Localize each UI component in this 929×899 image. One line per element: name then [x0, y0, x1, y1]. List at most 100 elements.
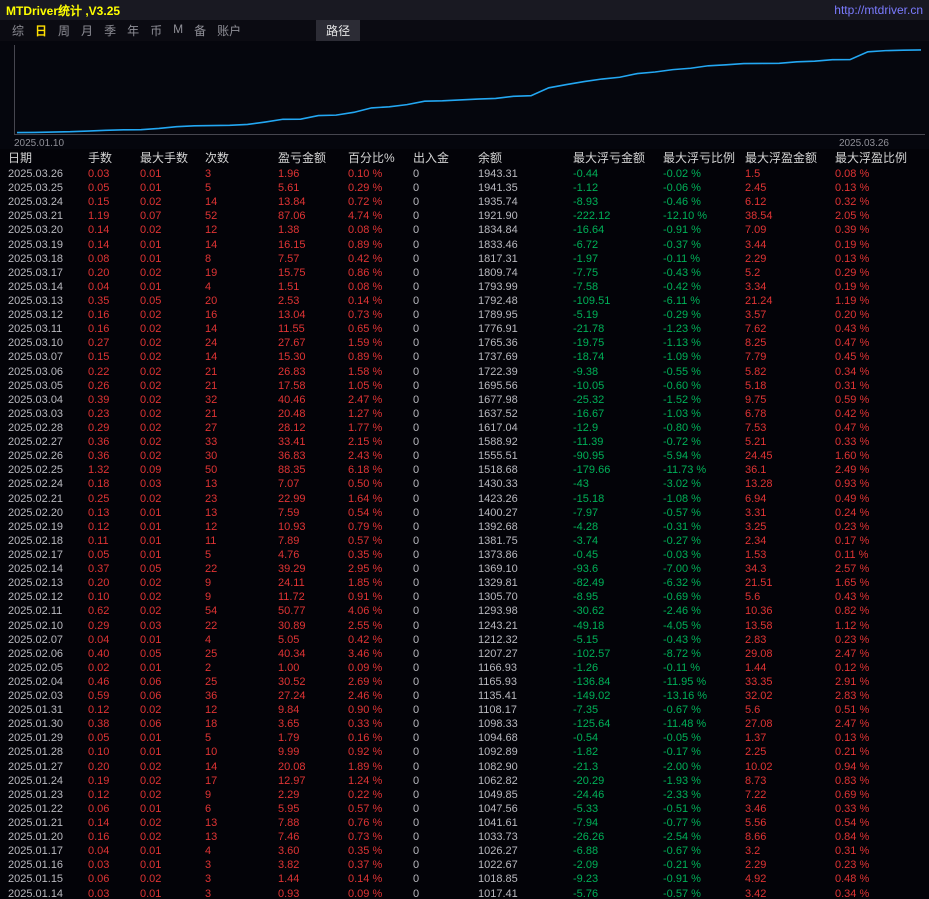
cell: 1.58 % — [348, 365, 413, 379]
table-row[interactable]: 2025.01.290.050.0151.790.16 %01094.68-0.… — [0, 731, 929, 745]
table-row[interactable]: 2025.02.140.370.052239.292.95 %01369.10-… — [0, 562, 929, 576]
table-row[interactable]: 2025.03.110.160.021411.550.65 %01776.91-… — [0, 322, 929, 336]
cell: 1792.48 — [478, 294, 573, 308]
table-row[interactable]: 2025.02.240.180.03137.070.50 %01430.33-4… — [0, 477, 929, 491]
table-row[interactable]: 2025.01.150.060.0231.440.14 %01018.85-9.… — [0, 872, 929, 886]
table-row[interactable]: 2025.03.180.080.0187.570.42 %01817.31-1.… — [0, 252, 929, 266]
cell: -0.06 % — [663, 181, 745, 195]
table-row[interactable]: 2025.02.120.100.02911.720.91 %01305.70-8… — [0, 590, 929, 604]
table-row[interactable]: 2025.02.260.360.023036.832.43 %01555.51-… — [0, 449, 929, 463]
menu-item-9[interactable]: 备 — [194, 22, 206, 39]
table-row[interactable]: 2025.03.260.030.0131.960.10 %01943.31-0.… — [0, 167, 929, 181]
cell: 0.46 — [88, 675, 140, 689]
menu-item-4[interactable]: 月 — [81, 22, 93, 39]
menu-item-1[interactable]: 综 — [12, 22, 24, 39]
column-header[interactable]: 最大浮盈比例 — [835, 149, 929, 167]
cell: 0.86 % — [348, 266, 413, 280]
table-row[interactable]: 2025.03.060.220.022126.831.58 %01722.39-… — [0, 365, 929, 379]
column-header[interactable]: 最大浮亏金额 — [573, 149, 663, 167]
table-row[interactable]: 2025.02.130.200.02924.111.85 %01329.81-8… — [0, 576, 929, 590]
menu-item-8[interactable]: M — [173, 22, 183, 39]
cell: 0.02 — [88, 661, 140, 675]
cell: -0.57 % — [663, 506, 745, 520]
table-row[interactable]: 2025.01.230.120.0292.290.22 %01049.85-24… — [0, 788, 929, 802]
table-row[interactable]: 2025.02.050.020.0121.000.09 %01166.93-1.… — [0, 661, 929, 675]
table-row[interactable]: 2025.01.220.060.0165.950.57 %01047.56-5.… — [0, 802, 929, 816]
cell: 4.92 — [745, 872, 835, 886]
cell: -21.78 — [573, 322, 663, 336]
cell: 1695.56 — [478, 379, 573, 393]
cell: 0.42 % — [348, 252, 413, 266]
table-row[interactable]: 2025.02.270.360.023333.412.15 %01588.92-… — [0, 435, 929, 449]
column-header[interactable]: 手数 — [88, 149, 140, 167]
table-row[interactable]: 2025.01.140.030.0130.930.09 %01017.41-5.… — [0, 887, 929, 899]
menu-item-6[interactable]: 年 — [127, 22, 139, 39]
table-row[interactable]: 2025.02.100.290.032230.892.55 %01243.21-… — [0, 619, 929, 633]
menu-item-5[interactable]: 季 — [104, 22, 116, 39]
path-button[interactable]: 路径 — [316, 20, 360, 41]
cell: 1033.73 — [478, 830, 573, 844]
table-row[interactable]: 2025.01.210.140.02137.880.76 %01041.61-7… — [0, 816, 929, 830]
app-url-link[interactable]: http://mtdriver.cn — [834, 3, 923, 17]
table-row[interactable]: 2025.03.140.040.0141.510.08 %01793.99-7.… — [0, 280, 929, 294]
table-row[interactable]: 2025.02.180.110.01117.890.57 %01381.75-3… — [0, 534, 929, 548]
table-row[interactable]: 2025.03.250.050.0155.610.29 %01941.35-1.… — [0, 181, 929, 195]
table-row[interactable]: 2025.01.240.190.021712.971.24 %01062.82-… — [0, 774, 929, 788]
cell: 1817.31 — [478, 252, 573, 266]
cell: 0.48 % — [835, 872, 929, 886]
table-row[interactable]: 2025.02.210.250.022322.991.64 %01423.26-… — [0, 492, 929, 506]
cell: 0.42 % — [348, 633, 413, 647]
table-row[interactable]: 2025.02.060.400.052540.343.46 %01207.27-… — [0, 647, 929, 661]
menu-item-7[interactable]: 币 — [150, 22, 162, 39]
table-row[interactable]: 2025.03.070.150.021415.300.89 %01737.69-… — [0, 350, 929, 364]
table-row[interactable]: 2025.03.211.190.075287.064.74 %01921.90-… — [0, 209, 929, 223]
cell: 30 — [205, 449, 278, 463]
cell: 2025.03.04 — [8, 393, 88, 407]
table-row[interactable]: 2025.02.200.130.01137.590.54 %01400.27-7… — [0, 506, 929, 520]
table-row[interactable]: 2025.01.170.040.0143.600.35 %01026.27-6.… — [0, 844, 929, 858]
column-header[interactable]: 余额 — [478, 149, 573, 167]
table-row[interactable]: 2025.01.300.380.06183.650.33 %01098.33-1… — [0, 717, 929, 731]
chart-start-date-label: 2025.01.10 — [14, 138, 64, 149]
table-row[interactable]: 2025.03.240.150.021413.840.72 %01935.74-… — [0, 195, 929, 209]
table-row[interactable]: 2025.03.130.350.05202.530.14 %01792.48-1… — [0, 294, 929, 308]
table-row[interactable]: 2025.02.280.290.022728.121.77 %01617.04-… — [0, 421, 929, 435]
menu-item-2[interactable]: 日 — [35, 22, 47, 39]
table-row[interactable]: 2025.03.170.200.021915.750.86 %01809.74-… — [0, 266, 929, 280]
menu-item-3[interactable]: 周 — [58, 22, 70, 39]
table-row[interactable]: 2025.01.160.030.0133.820.37 %01022.67-2.… — [0, 858, 929, 872]
column-header[interactable]: 最大手数 — [140, 149, 205, 167]
table-row[interactable]: 2025.02.040.460.062530.522.69 %01165.93-… — [0, 675, 929, 689]
table-row[interactable]: 2025.03.200.140.02121.380.08 %01834.84-1… — [0, 223, 929, 237]
column-header[interactable]: 次数 — [205, 149, 278, 167]
table-row[interactable]: 2025.02.190.120.011210.930.79 %01392.68-… — [0, 520, 929, 534]
table-row[interactable]: 2025.02.110.620.025450.774.06 %01293.98-… — [0, 604, 929, 618]
cell: 0.84 % — [835, 830, 929, 844]
table-row[interactable]: 2025.02.251.320.095088.356.18 %01518.68-… — [0, 463, 929, 477]
column-header[interactable]: 盈亏金额 — [278, 149, 348, 167]
table-row[interactable]: 2025.02.170.050.0154.760.35 %01373.86-0.… — [0, 548, 929, 562]
column-header[interactable]: 最大浮亏比例 — [663, 149, 745, 167]
table-row[interactable]: 2025.01.270.200.021420.081.89 %01082.90-… — [0, 760, 929, 774]
table-row[interactable]: 2025.03.030.230.022120.481.27 %01637.52-… — [0, 407, 929, 421]
column-header[interactable]: 最大浮盈金额 — [745, 149, 835, 167]
menu-item-10[interactable]: 账户 — [217, 22, 241, 39]
cell: -1.82 — [573, 745, 663, 759]
table-row[interactable]: 2025.01.310.120.02129.840.90 %01108.17-7… — [0, 703, 929, 717]
cell: 0.21 % — [835, 745, 929, 759]
column-header[interactable]: 日期 — [8, 149, 88, 167]
table-row[interactable]: 2025.02.070.040.0145.050.42 %01212.32-5.… — [0, 633, 929, 647]
column-header[interactable]: 百分比% — [348, 149, 413, 167]
table-row[interactable]: 2025.02.030.590.063627.242.46 %01135.41-… — [0, 689, 929, 703]
table-row[interactable]: 2025.01.280.100.01109.990.92 %01092.89-1… — [0, 745, 929, 759]
cell: 0.35 — [88, 294, 140, 308]
table-row[interactable]: 2025.03.050.260.022117.581.05 %01695.56-… — [0, 379, 929, 393]
table-row[interactable]: 2025.03.190.140.011416.150.89 %01833.46-… — [0, 238, 929, 252]
cell: 0 — [413, 195, 478, 209]
table-row[interactable]: 2025.03.100.270.022427.671.59 %01765.36-… — [0, 336, 929, 350]
table-row[interactable]: 2025.03.120.160.021613.040.73 %01789.95-… — [0, 308, 929, 322]
cell: 0 — [413, 421, 478, 435]
table-row[interactable]: 2025.03.040.390.023240.462.47 %01677.98-… — [0, 393, 929, 407]
table-row[interactable]: 2025.01.200.160.02137.460.73 %01033.73-2… — [0, 830, 929, 844]
column-header[interactable]: 出入金 — [413, 149, 478, 167]
